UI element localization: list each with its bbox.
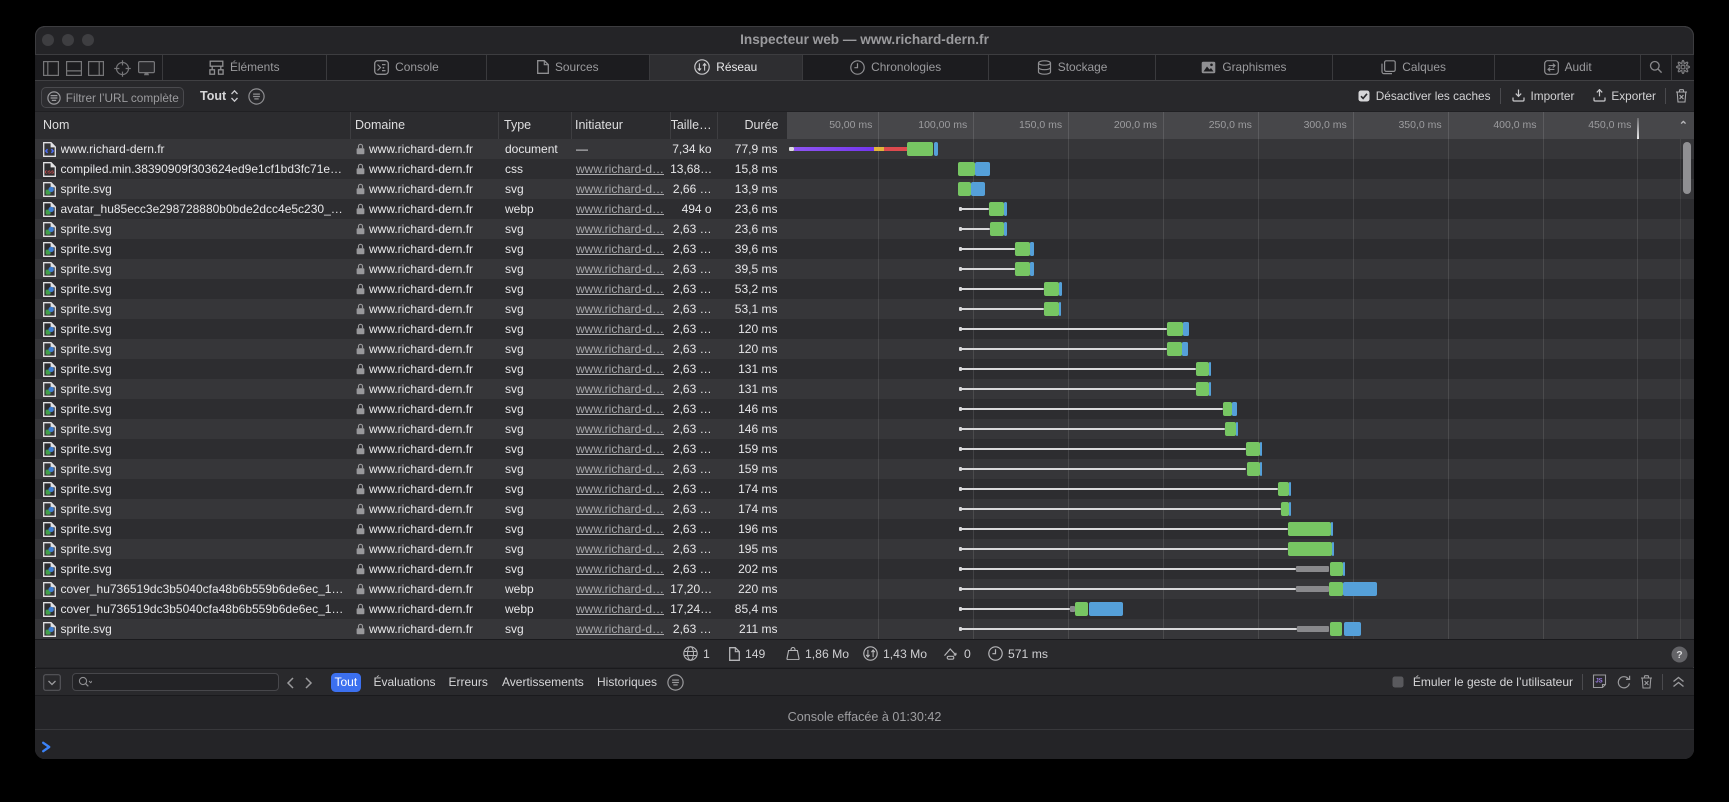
svg-text:css: css (45, 169, 54, 175)
svg-text:JS: JS (1595, 678, 1602, 684)
svg-text:?: ? (1676, 649, 1682, 661)
